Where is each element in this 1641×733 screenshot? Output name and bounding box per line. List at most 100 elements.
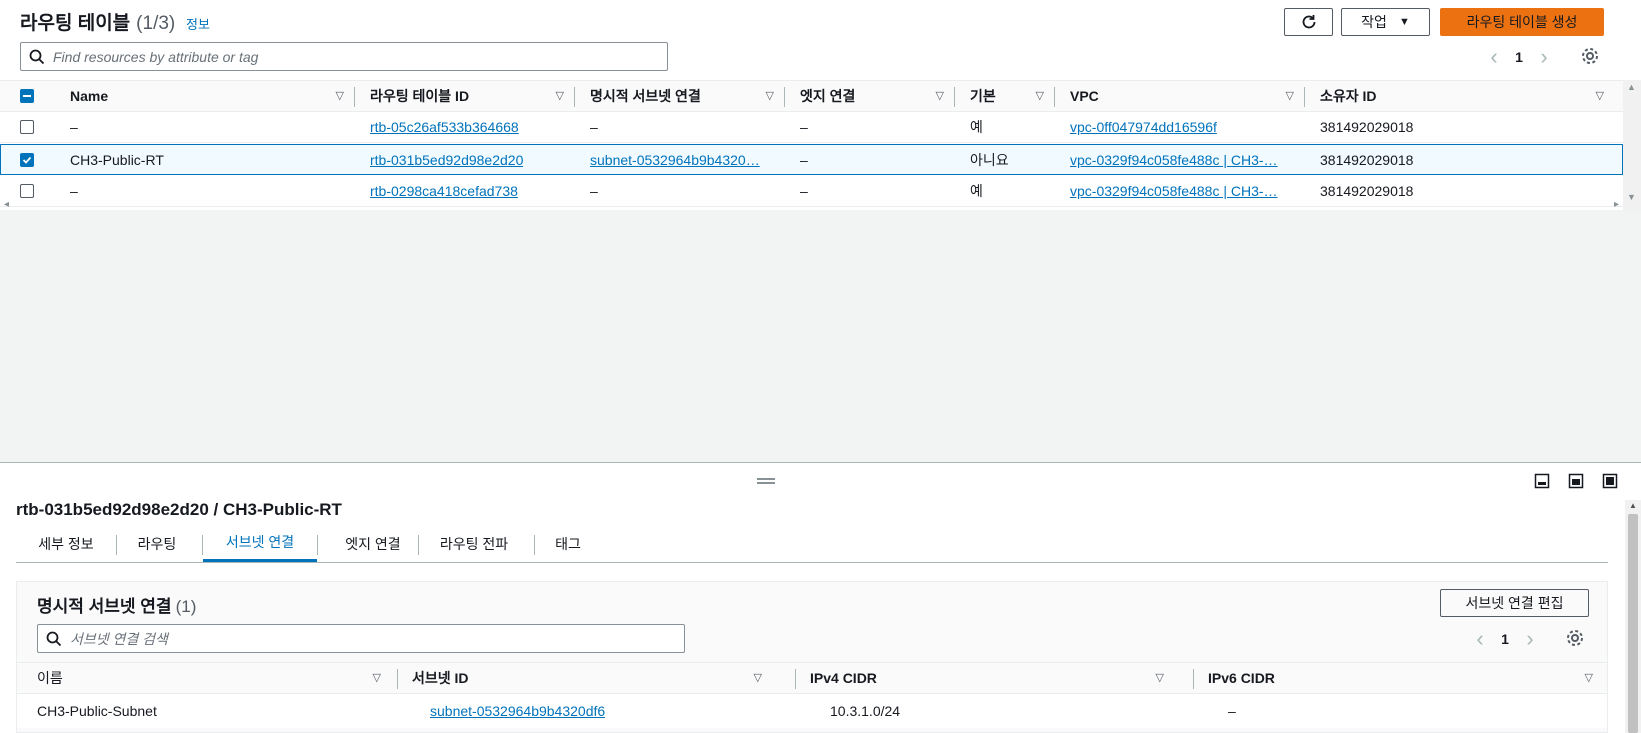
prev-page-icon[interactable]: ‹ [1480, 44, 1508, 70]
panel-full-icon[interactable] [1602, 473, 1618, 489]
resource-search-input[interactable]: Find resources by attribute or tag [20, 42, 668, 71]
col-name[interactable]: Name ▽ [70, 81, 354, 111]
col-ipv4-label: IPv4 CIDR [810, 670, 877, 686]
row-checkbox[interactable] [20, 153, 34, 167]
ipv6-cidr: – [1228, 703, 1236, 719]
col-ipv6[interactable]: IPv6 CIDR ▽ [1208, 663, 1603, 693]
actions-button[interactable]: 작업 ▼ [1341, 8, 1430, 36]
panel-split-icon[interactable] [1568, 473, 1584, 489]
search-icon [29, 49, 45, 64]
row-owner: 381492029018 [1320, 152, 1414, 168]
row-name: – [70, 119, 78, 135]
select-all-cell [20, 81, 40, 111]
page-title-text: 라우팅 테이블 [20, 13, 131, 34]
subnet-id-link[interactable]: subnet-0532964b9b4320df6 [430, 703, 605, 719]
row-edge: – [800, 152, 808, 168]
sort-icon: ▽ [1595, 90, 1604, 102]
subnet-row[interactable]: CH3-Public-Subnet subnet-0532964b9b4320d… [17, 694, 1607, 728]
sort-icon: ▽ [935, 90, 944, 102]
row-owner: 381492029018 [1320, 119, 1414, 135]
col-ipv4[interactable]: IPv4 CIDR ▽ [810, 663, 1174, 693]
col-subnet-id-label: 서브넷 ID [412, 670, 469, 686]
col-owner[interactable]: 소유자 ID ▽ [1320, 81, 1614, 111]
scroll-right-icon[interactable]: ▸ [1614, 199, 1619, 210]
scroll-left-icon[interactable]: ◂ [4, 199, 9, 210]
detail-title: rtb-031b5ed92d98e2d20 / CH3-Public-RT [16, 500, 342, 519]
subnet-association-search-input[interactable]: 서브넷 연결 검색 [37, 624, 685, 653]
col-subnet-id[interactable]: 서브넷 ID ▽ [412, 663, 772, 693]
tab-routes[interactable]: 라우팅 [117, 525, 197, 562]
table-row[interactable]: – rtb-05c26af533b364668 – – 예 vpc-0ff047… [0, 112, 1623, 143]
panel-bottom-icon[interactable] [1534, 473, 1550, 489]
scroll-up-icon[interactable]: ▲ [1629, 501, 1637, 510]
selection-count: (1/3) [136, 13, 176, 34]
create-route-table-button[interactable]: 라우팅 테이블 생성 [1440, 8, 1604, 36]
sort-icon: ▽ [765, 90, 774, 102]
row-edge: – [800, 119, 808, 135]
col-main[interactable]: 기본 ▽ [970, 81, 1054, 111]
row-name: CH3-Public-RT [70, 152, 164, 168]
tab-route-propagation[interactable]: 라우팅 전파 [419, 525, 529, 562]
sort-icon: ▽ [335, 90, 344, 102]
info-link[interactable]: 정보 [186, 14, 210, 33]
col-edge[interactable]: 엣지 연결 ▽ [800, 81, 954, 111]
sort-icon: ▽ [555, 90, 564, 102]
refresh-button[interactable] [1284, 8, 1333, 36]
check-icon [22, 156, 32, 164]
search-placeholder: Find resources by attribute or tag [53, 48, 259, 65]
subnet-link[interactable]: subnet-0532964b9b4320… [590, 152, 760, 168]
rtb-id-link[interactable]: rtb-0298ca418cefad738 [370, 183, 518, 199]
pagination: ‹ 1 › [1466, 624, 1544, 653]
gear-icon[interactable] [1565, 628, 1585, 648]
detail-vertical-scrollbar[interactable]: ▲ [1625, 500, 1641, 733]
caret-down-icon: ▼ [1398, 16, 1410, 28]
row-main: 예 [970, 119, 983, 135]
rtb-id-link[interactable]: rtb-05c26af533b364668 [370, 119, 519, 135]
page-number[interactable]: 1 [1508, 49, 1530, 65]
col-subnet[interactable]: 명시적 서브넷 연결 ▽ [590, 81, 784, 111]
gear-icon[interactable] [1580, 46, 1600, 66]
row-checkbox[interactable] [20, 184, 34, 198]
horizontal-scrollbar[interactable]: ◂ ▸ [0, 199, 1623, 212]
rtb-id-link[interactable]: rtb-031b5ed92d98e2d20 [370, 152, 523, 168]
vpc-link[interactable]: vpc-0329f94c058fe488c | CH3-… [1070, 152, 1278, 168]
next-page-icon[interactable]: › [1530, 44, 1558, 70]
route-tables-card: 라우팅 테이블 (1/3) 정보 작업 ▼ 라우팅 테이블 생성 Find res… [0, 0, 1641, 212]
subnet-table-header: 이름 ▽ 서브넷 ID ▽ IPv4 CIDR ▽ IPv6 CIDR ▽ [17, 662, 1607, 694]
table-row-selected[interactable]: CH3-Public-RT rtb-031b5ed92d98e2d20 subn… [0, 144, 1623, 175]
vpc-link[interactable]: vpc-0ff047974dd16596f [1070, 119, 1217, 135]
refresh-icon [1302, 15, 1315, 29]
col-name-label: Name [70, 88, 109, 104]
tab-edge-associations[interactable]: 엣지 연결 [318, 525, 428, 562]
prev-page-icon[interactable]: ‹ [1466, 626, 1494, 652]
col-vpc[interactable]: VPC ▽ [1070, 81, 1304, 111]
section-count: (1) [175, 597, 197, 616]
subnet-associations-card: 명시적 서브넷 연결 (1) 서브넷 연결 편집 서브넷 연결 검색 ‹ 1 › … [16, 581, 1608, 733]
row-subnet: – [590, 119, 598, 135]
pagination: ‹ 1 › [1480, 42, 1558, 71]
search-icon [46, 631, 62, 646]
select-all-checkbox[interactable] [20, 89, 34, 103]
col-rtb-id[interactable]: 라우팅 테이블 ID ▽ [370, 81, 574, 111]
subnet-name: CH3-Public-Subnet [37, 703, 157, 719]
sort-icon: ▽ [372, 672, 381, 684]
vpc-link[interactable]: vpc-0329f94c058fe488c | CH3-… [1070, 183, 1278, 199]
scroll-down-icon[interactable]: ▼ [1627, 192, 1636, 202]
tab-tags[interactable]: 태그 [535, 525, 601, 562]
col-subnet-name[interactable]: 이름 ▽ [37, 663, 391, 693]
resize-handle-icon[interactable] [757, 478, 775, 484]
col-ipv6-label: IPv6 CIDR [1208, 670, 1275, 686]
tab-details[interactable]: 세부 정보 [16, 525, 116, 562]
edit-subnet-associations-button[interactable]: 서브넷 연결 편집 [1440, 589, 1589, 617]
scroll-up-icon[interactable]: ▲ [1627, 82, 1636, 92]
page-number[interactable]: 1 [1494, 631, 1516, 647]
row-main: 아니요 [970, 152, 1009, 168]
detail-tabs: 세부 정보 라우팅 서브넷 연결 엣지 연결 라우팅 전파 태그 [16, 525, 1608, 563]
tab-subnet-associations[interactable]: 서브넷 연결 [203, 525, 317, 562]
sort-icon: ▽ [1584, 672, 1593, 684]
scroll-thumb[interactable] [1628, 514, 1638, 733]
sort-icon: ▽ [753, 672, 762, 684]
next-page-icon[interactable]: › [1516, 626, 1544, 652]
row-checkbox[interactable] [20, 120, 34, 134]
vertical-scrollbar[interactable]: ▲ ▼ [1623, 80, 1641, 212]
